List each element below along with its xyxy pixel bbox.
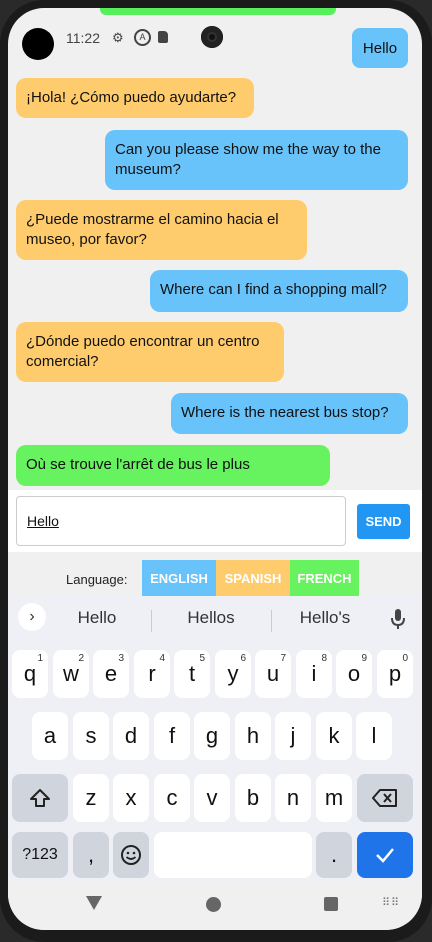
key-l[interactable]: l <box>356 712 392 760</box>
key-q[interactable]: q1 <box>12 650 48 698</box>
suggestion-divider <box>151 610 152 632</box>
composer-row: Hello SEND <box>8 490 422 552</box>
recent-apps-icon[interactable] <box>324 897 338 911</box>
sd-card-icon <box>158 31 168 43</box>
key-i-number: 8 <box>321 653 327 664</box>
space-key[interactable] <box>154 832 312 878</box>
key-f[interactable]: f <box>154 712 190 760</box>
key-r[interactable]: r4 <box>134 650 170 698</box>
key-r-label: r <box>148 661 156 686</box>
gear-icon: ⚙ <box>112 30 124 45</box>
message-bot-2: ¿Puede mostrarme el camino hacia el muse… <box>16 200 307 260</box>
a-circle-icon: A <box>134 29 151 46</box>
key-u[interactable]: u7 <box>255 650 291 698</box>
symbols-key[interactable]: ?123 <box>12 832 68 878</box>
key-o-number: 9 <box>361 653 367 664</box>
message-input-value: Hello <box>27 513 59 529</box>
key-z[interactable]: z <box>73 774 109 822</box>
suggestion-1[interactable]: Hello <box>47 608 147 628</box>
status-time: 11:22 <box>66 30 100 46</box>
key-b[interactable]: b <box>235 774 271 822</box>
backspace-icon <box>372 789 397 807</box>
language-row: Language: ENGLISH SPANISH FRENCH <box>8 560 422 596</box>
key-t[interactable]: t5 <box>174 650 210 698</box>
key-i-label: i <box>311 661 317 686</box>
language-french-button[interactable]: FRENCH <box>290 560 359 596</box>
key-p-label: p <box>388 661 402 686</box>
message-user-3: Where is the nearest bus stop? <box>171 393 408 434</box>
key-u-label: u <box>266 661 280 686</box>
key-n[interactable]: n <box>275 774 311 822</box>
key-t-number: 5 <box>199 653 205 664</box>
message-bot-3: ¿Dónde puedo encontrar un centro comerci… <box>16 322 284 382</box>
key-o-label: o <box>347 661 361 686</box>
comma-key[interactable]: , <box>73 832 109 878</box>
send-button[interactable]: SEND <box>357 504 410 539</box>
backspace-key[interactable] <box>357 774 413 822</box>
key-m[interactable]: m <box>316 774 352 822</box>
key-q-number: 1 <box>37 653 43 664</box>
back-icon[interactable] <box>86 896 102 910</box>
key-y-label: y <box>227 661 239 686</box>
message-user-2: Where can I find a shopping mall? <box>150 270 408 312</box>
key-g[interactable]: g <box>194 712 230 760</box>
emoji-key[interactable] <box>113 832 149 878</box>
suggestion-row: › Hello Hellos Hello's <box>8 596 422 642</box>
key-k[interactable]: k <box>316 712 352 760</box>
key-s[interactable]: s <box>73 712 109 760</box>
key-w[interactable]: w2 <box>53 650 89 698</box>
message-bot-1: ¡Hola! ¿Cómo puedo ayudarte? <box>16 78 254 118</box>
key-a[interactable]: a <box>32 712 68 760</box>
suggestion-divider <box>271 610 272 632</box>
navigation-bar: ⠿⠿ <box>8 882 422 930</box>
key-e[interactable]: e3 <box>93 650 129 698</box>
key-y[interactable]: y6 <box>215 650 251 698</box>
hello-chip[interactable]: Hello <box>352 28 408 68</box>
front-camera <box>201 26 223 48</box>
language-spanish-button[interactable]: SPANISH <box>216 560 290 596</box>
key-h[interactable]: h <box>235 712 271 760</box>
period-key[interactable]: . <box>316 832 352 878</box>
key-e-number: 3 <box>118 653 124 664</box>
emoji-icon <box>121 845 141 865</box>
enter-key[interactable] <box>357 832 413 878</box>
key-r-number: 4 <box>159 653 165 664</box>
message-input[interactable]: Hello <box>16 496 346 546</box>
key-w-label: w <box>63 661 79 686</box>
key-p[interactable]: p0 <box>377 650 413 698</box>
key-i[interactable]: i8 <box>296 650 332 698</box>
phone-frame: 11:22 ⚙ A ▼ ◢ Hello ¡Hola! ¿Cómo puedo a… <box>0 0 432 942</box>
soft-keyboard: › Hello Hellos Hello's q1 w2 e3 r4 t5 y6… <box>8 596 422 882</box>
key-c[interactable]: c <box>154 774 190 822</box>
keyboard-grid-icon[interactable]: ⠿⠿ <box>382 896 400 909</box>
key-x[interactable]: x <box>113 774 149 822</box>
key-u-number: 7 <box>280 653 286 664</box>
key-v[interactable]: v <box>194 774 230 822</box>
suggestion-2[interactable]: Hellos <box>161 608 261 628</box>
profile-dot <box>22 28 54 60</box>
key-t-label: t <box>188 661 196 686</box>
home-icon[interactable] <box>206 897 221 912</box>
key-d[interactable]: d <box>113 712 149 760</box>
chevron-right-icon[interactable]: › <box>18 603 46 631</box>
shift-key[interactable] <box>12 774 68 822</box>
language-english-button[interactable]: ENGLISH <box>142 560 216 596</box>
key-e-label: e <box>104 661 118 686</box>
microphone-icon[interactable] <box>390 608 406 630</box>
message-user-1: Can you please show me the way to the mu… <box>105 130 408 190</box>
key-w-number: 2 <box>78 653 84 664</box>
key-j[interactable]: j <box>275 712 311 760</box>
language-label: Language: <box>66 572 128 587</box>
message-bot-4: Où se trouve l'arrêt de bus le plus <box>16 445 330 486</box>
key-q-label: q <box>23 661 37 686</box>
key-p-number: 0 <box>402 653 408 664</box>
app-screen: 11:22 ⚙ A ▼ ◢ Hello ¡Hola! ¿Cómo puedo a… <box>8 8 422 930</box>
key-o[interactable]: o9 <box>336 650 372 698</box>
suggestion-3[interactable]: Hello's <box>275 608 375 628</box>
checkmark-icon <box>376 848 394 863</box>
key-y-number: 6 <box>240 653 246 664</box>
shift-arrow-icon <box>30 789 50 807</box>
